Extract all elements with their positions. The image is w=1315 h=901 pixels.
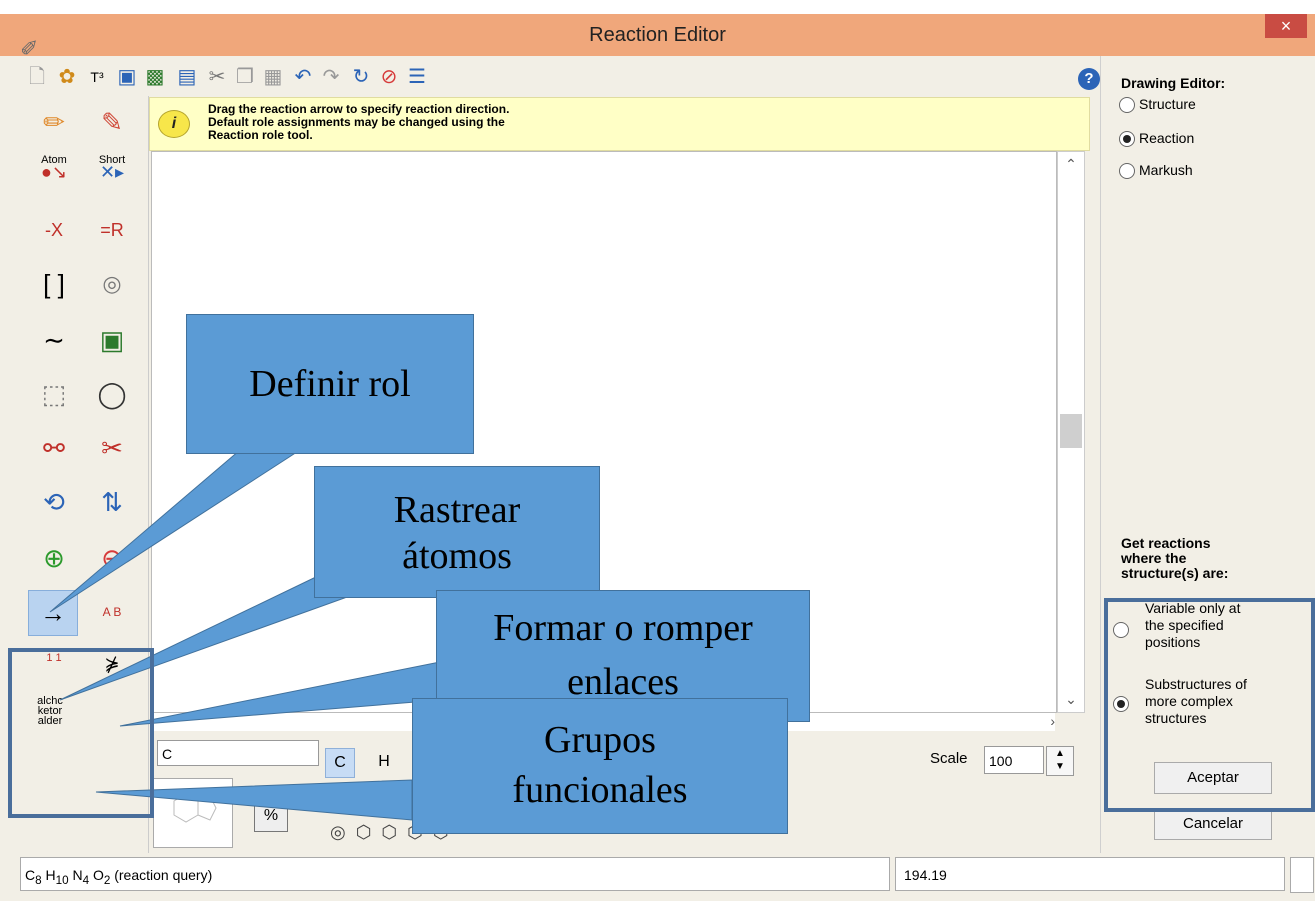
pointer-formar xyxy=(119,661,441,727)
callout-rastrear-1: Rastrear xyxy=(393,489,521,531)
callout-rastrear-2: átomos xyxy=(402,535,512,577)
highlight-options-box xyxy=(1104,598,1315,812)
pointer-rol xyxy=(49,449,302,613)
callout-grupos: Grupos funcionales xyxy=(412,698,788,834)
highlight-tools-box xyxy=(8,648,154,818)
callout-grupos-1: Grupos xyxy=(544,719,656,761)
callout-definir-rol: Definir rol xyxy=(186,314,474,454)
callout-formar-1: Formar o romper xyxy=(493,607,753,649)
callout-grupos-2: funcionales xyxy=(512,769,688,811)
callout-rastrear: Rastrear átomos xyxy=(314,466,600,598)
